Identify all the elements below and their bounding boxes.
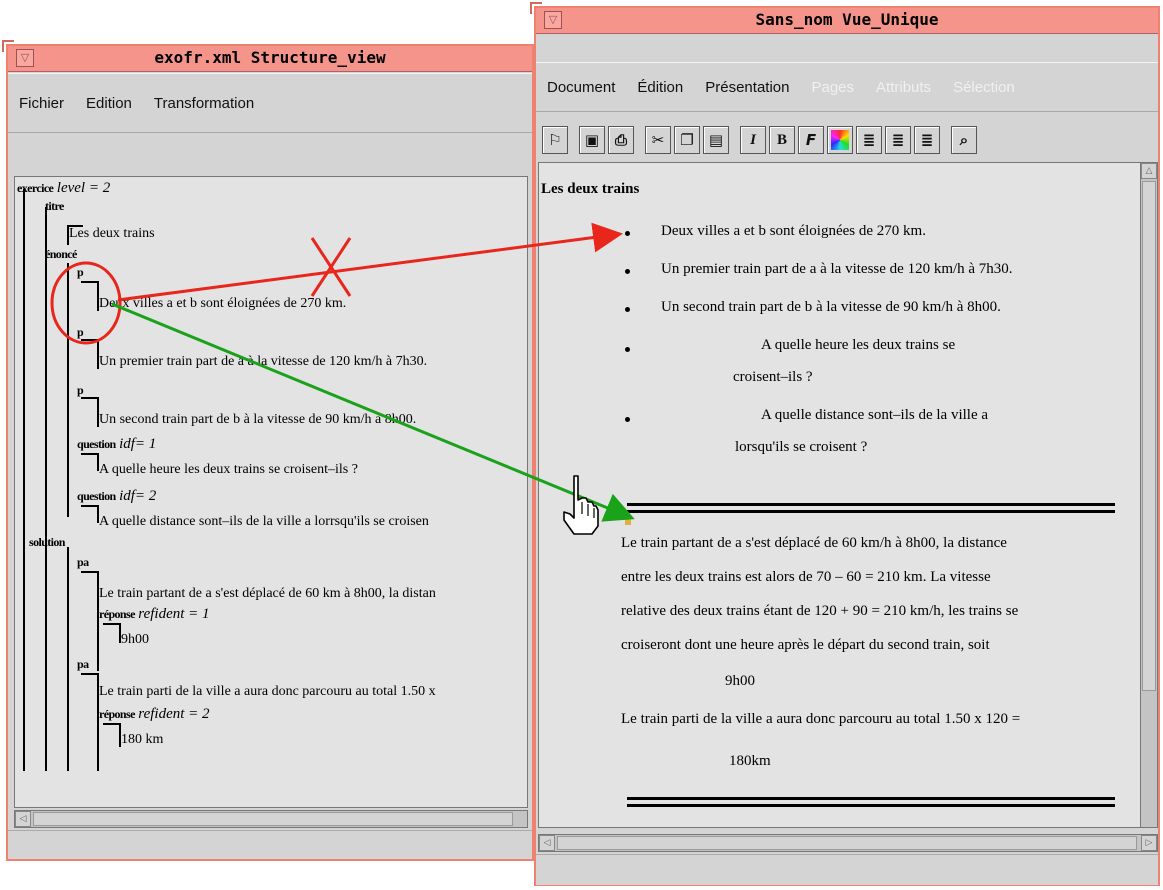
green-arrow (111, 302, 635, 522)
red-arrow (117, 222, 623, 302)
highlight-circle (50, 261, 122, 345)
hand-pointer-icon (563, 475, 599, 535)
annotation-overlay (50, 222, 635, 535)
